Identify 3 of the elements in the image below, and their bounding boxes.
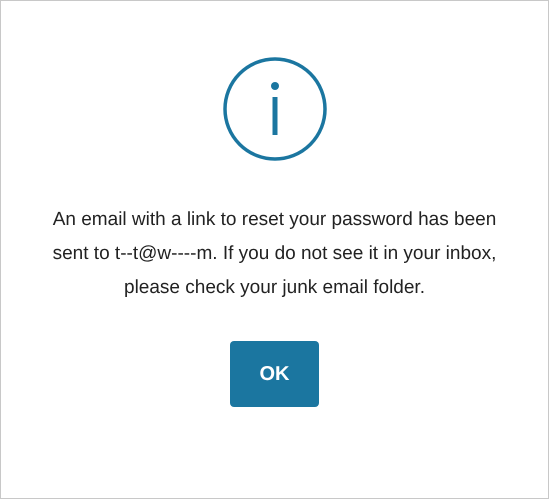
ok-button[interactable]: OK [230, 341, 319, 407]
message-text: An email with a link to reset your password has been sent to t--t@w----m. If you do not see it in your inbox, please check your junk email folder. [52, 208, 498, 300]
info-icon [222, 57, 326, 161]
